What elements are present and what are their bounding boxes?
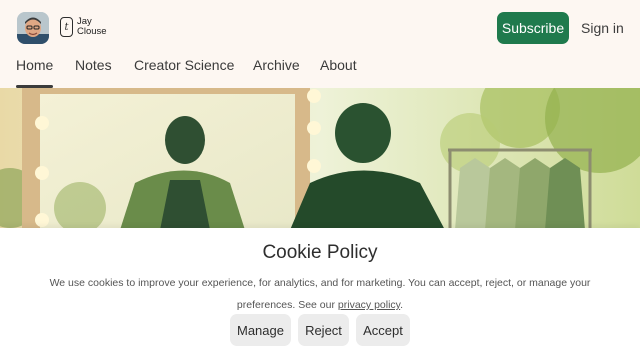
- cookie-text-line2: preferences. See our privacy policy.: [30, 294, 610, 316]
- tab-home[interactable]: Home: [16, 57, 54, 88]
- sign-in-link[interactable]: Sign in: [581, 20, 624, 36]
- cookie-text-suffix: .: [400, 299, 404, 311]
- tab-creator-science[interactable]: Creator Science: [134, 57, 234, 88]
- tab-notes[interactable]: Notes: [75, 57, 112, 88]
- brand-name-line2: Clouse: [77, 26, 107, 37]
- avatar[interactable]: [17, 12, 49, 44]
- subscribe-button[interactable]: Subscribe: [497, 12, 569, 44]
- brand-name: Jay Clouse: [77, 17, 107, 37]
- brand-logo[interactable]: t Jay Clouse: [60, 17, 107, 37]
- cookie-description: We use cookies to improve your experienc…: [30, 272, 610, 316]
- cookie-text-line1: We use cookies to improve your experienc…: [49, 277, 591, 289]
- nav-tabs: Home Notes Creator Science Archive About: [0, 52, 640, 88]
- hero-illustration: [0, 88, 640, 230]
- cookie-title: Cookie Policy: [262, 242, 378, 263]
- manage-button[interactable]: Manage: [230, 314, 291, 346]
- avatar-image: [17, 12, 49, 44]
- site-header: t Jay Clouse Subscribe Sign in Home Note…: [0, 0, 640, 88]
- tab-about[interactable]: About: [320, 57, 357, 88]
- cookie-actions: Manage Reject Accept: [0, 314, 640, 346]
- cookie-text-prefix: preferences. See our: [236, 299, 338, 311]
- reject-button[interactable]: Reject: [298, 314, 349, 346]
- accept-button[interactable]: Accept: [356, 314, 410, 346]
- privacy-policy-link[interactable]: privacy policy: [338, 299, 400, 311]
- cookie-banner: Cookie Policy We use cookies to improve …: [0, 228, 640, 360]
- brand-mark-icon: t: [60, 17, 73, 37]
- tab-archive[interactable]: Archive: [253, 57, 300, 88]
